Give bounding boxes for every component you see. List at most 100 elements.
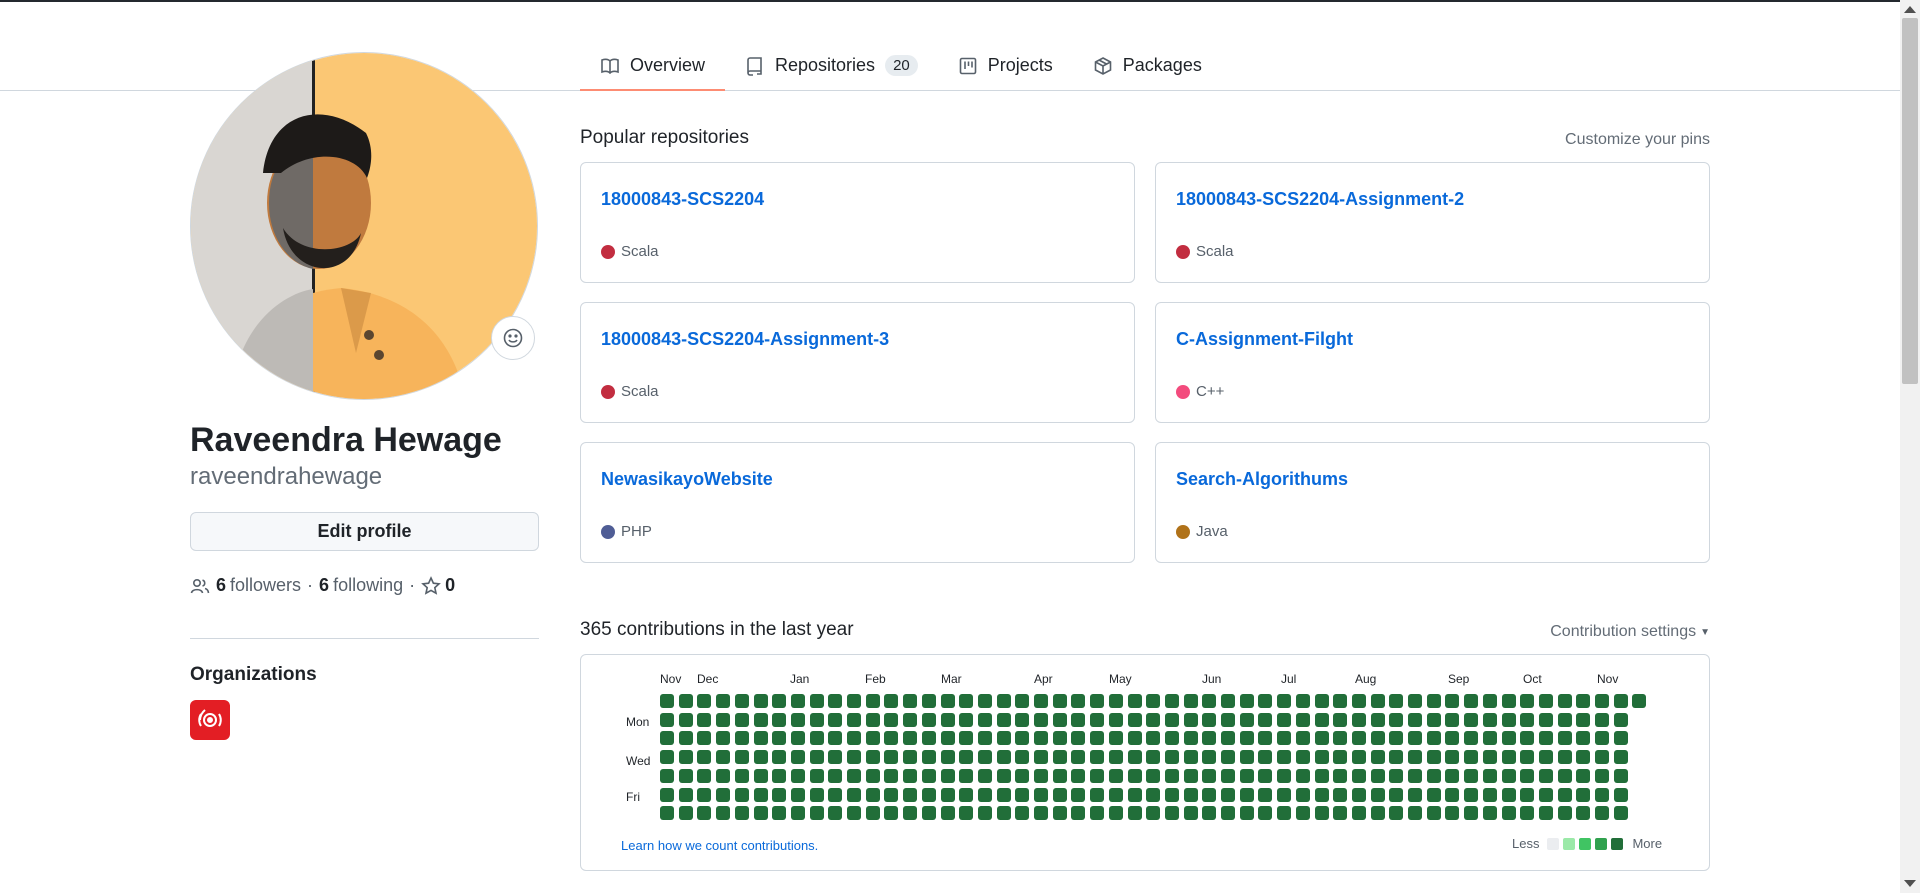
avatar[interactable] xyxy=(190,52,538,400)
contribution-day-cell[interactable] xyxy=(1090,806,1105,821)
contribution-day-cell[interactable] xyxy=(772,806,787,821)
contribution-day-cell[interactable] xyxy=(1164,731,1179,746)
contribution-day-cell[interactable] xyxy=(1333,694,1348,708)
contribution-day-cell[interactable] xyxy=(1015,694,1030,708)
contribution-day-cell[interactable] xyxy=(678,806,693,821)
contribution-day-cell[interactable] xyxy=(1389,694,1404,708)
contribution-day-cell[interactable] xyxy=(1314,787,1329,802)
organization-avatar[interactable] xyxy=(190,700,230,740)
contribution-day-cell[interactable] xyxy=(790,750,805,765)
contribution-day-cell[interactable] xyxy=(1408,787,1422,802)
contribution-day-cell[interactable] xyxy=(1108,694,1123,708)
contribution-day-cell[interactable] xyxy=(903,712,918,727)
contribution-day-cell[interactable] xyxy=(1482,731,1497,746)
contribution-settings-dropdown[interactable]: Contribution settings ▼ xyxy=(1550,623,1710,641)
contribution-day-cell[interactable] xyxy=(1071,750,1086,765)
followers-link[interactable]: 6 followers xyxy=(216,575,301,596)
repo-name-link[interactable]: 18000843-SCS2204-Assignment-2 xyxy=(1176,189,1464,210)
contribution-day-cell[interactable] xyxy=(1314,806,1329,821)
contribution-day-cell[interactable] xyxy=(1426,787,1441,802)
contribution-day-cell[interactable] xyxy=(921,712,936,727)
contribution-day-cell[interactable] xyxy=(1426,768,1441,783)
contribution-day-cell[interactable] xyxy=(716,712,731,727)
contribution-day-cell[interactable] xyxy=(1370,787,1385,802)
contribution-day-cell[interactable] xyxy=(734,712,749,727)
contribution-day-cell[interactable] xyxy=(1202,787,1217,802)
contribution-day-cell[interactable] xyxy=(1164,787,1179,802)
contribution-day-cell[interactable] xyxy=(1314,731,1329,746)
contribution-day-cell[interactable] xyxy=(809,712,824,727)
contribution-day-cell[interactable] xyxy=(1557,787,1572,802)
contribution-day-cell[interactable] xyxy=(1408,750,1422,765)
contribution-day-cell[interactable] xyxy=(1445,731,1460,746)
contribution-day-cell[interactable] xyxy=(753,806,768,821)
contribution-day-cell[interactable] xyxy=(903,750,918,765)
contribution-day-cell[interactable] xyxy=(1576,731,1591,746)
contribution-day-cell[interactable] xyxy=(1127,806,1142,821)
contribution-day-cell[interactable] xyxy=(921,694,936,708)
contribution-day-cell[interactable] xyxy=(697,787,712,802)
contribution-day-cell[interactable] xyxy=(1258,750,1273,765)
contribution-day-cell[interactable] xyxy=(865,806,880,821)
contribution-day-cell[interactable] xyxy=(1239,731,1254,746)
edit-profile-button[interactable]: Edit profile xyxy=(190,512,539,551)
contribution-day-cell[interactable] xyxy=(884,768,899,783)
scrollbar-thumb[interactable] xyxy=(1902,18,1918,384)
contribution-day-cell[interactable] xyxy=(1183,694,1198,708)
contribution-day-cell[interactable] xyxy=(660,731,674,746)
contribution-day-cell[interactable] xyxy=(847,806,861,821)
contribution-day-cell[interactable] xyxy=(903,806,918,821)
contribution-day-cell[interactable] xyxy=(1090,731,1105,746)
contribution-day-cell[interactable] xyxy=(1408,806,1422,821)
contribution-day-cell[interactable] xyxy=(1557,750,1572,765)
contribution-day-cell[interactable] xyxy=(847,768,861,783)
contribution-day-cell[interactable] xyxy=(660,806,674,821)
contribution-day-cell[interactable] xyxy=(828,750,843,765)
contribution-day-cell[interactable] xyxy=(903,694,918,708)
contribution-day-cell[interactable] xyxy=(1108,768,1123,783)
contribution-day-cell[interactable] xyxy=(1015,768,1030,783)
contribution-day-cell[interactable] xyxy=(1538,750,1553,765)
contribution-day-cell[interactable] xyxy=(865,768,880,783)
contribution-day-cell[interactable] xyxy=(1613,787,1628,802)
contribution-day-cell[interactable] xyxy=(996,731,1011,746)
contribution-day-cell[interactable] xyxy=(1015,731,1030,746)
contribution-day-cell[interactable] xyxy=(772,731,787,746)
page-scrollbar[interactable] xyxy=(1900,0,1920,893)
repo-name-link[interactable]: 18000843-SCS2204 xyxy=(601,189,764,210)
contribution-day-cell[interactable] xyxy=(1090,768,1105,783)
contribution-day-cell[interactable] xyxy=(1520,731,1535,746)
learn-contributions-link[interactable]: Learn how we count contributions. xyxy=(621,838,818,853)
contribution-day-cell[interactable] xyxy=(1295,694,1310,708)
contribution-day-cell[interactable] xyxy=(809,750,824,765)
contribution-day-cell[interactable] xyxy=(959,806,974,821)
contribution-day-cell[interactable] xyxy=(1127,694,1142,708)
contribution-day-cell[interactable] xyxy=(772,712,787,727)
contribution-day-cell[interactable] xyxy=(1426,731,1441,746)
contribution-day-cell[interactable] xyxy=(1239,712,1254,727)
contribution-day-cell[interactable] xyxy=(734,768,749,783)
contribution-day-cell[interactable] xyxy=(1183,806,1198,821)
contribution-day-cell[interactable] xyxy=(1258,731,1273,746)
contribution-day-cell[interactable] xyxy=(1108,750,1123,765)
contribution-day-cell[interactable] xyxy=(1277,694,1292,708)
contribution-day-cell[interactable] xyxy=(1520,694,1535,708)
contribution-day-cell[interactable] xyxy=(772,750,787,765)
contribution-day-cell[interactable] xyxy=(1258,694,1273,708)
contribution-day-cell[interactable] xyxy=(1108,731,1123,746)
contribution-day-cell[interactable] xyxy=(903,731,918,746)
contribution-day-cell[interactable] xyxy=(734,731,749,746)
contribution-day-cell[interactable] xyxy=(847,750,861,765)
scroll-up-arrow-icon[interactable] xyxy=(1904,6,1916,13)
contribution-day-cell[interactable] xyxy=(734,694,749,708)
contribution-day-cell[interactable] xyxy=(1127,750,1142,765)
contribution-day-cell[interactable] xyxy=(1052,712,1067,727)
repo-name-link[interactable]: NewasikayoWebsite xyxy=(601,469,773,490)
contribution-day-cell[interactable] xyxy=(1202,712,1217,727)
contribution-day-cell[interactable] xyxy=(1538,806,1553,821)
contribution-day-cell[interactable] xyxy=(660,694,674,708)
contribution-day-cell[interactable] xyxy=(678,712,693,727)
contribution-day-cell[interactable] xyxy=(1557,768,1572,783)
contribution-day-cell[interactable] xyxy=(865,750,880,765)
contribution-day-cell[interactable] xyxy=(1482,712,1497,727)
